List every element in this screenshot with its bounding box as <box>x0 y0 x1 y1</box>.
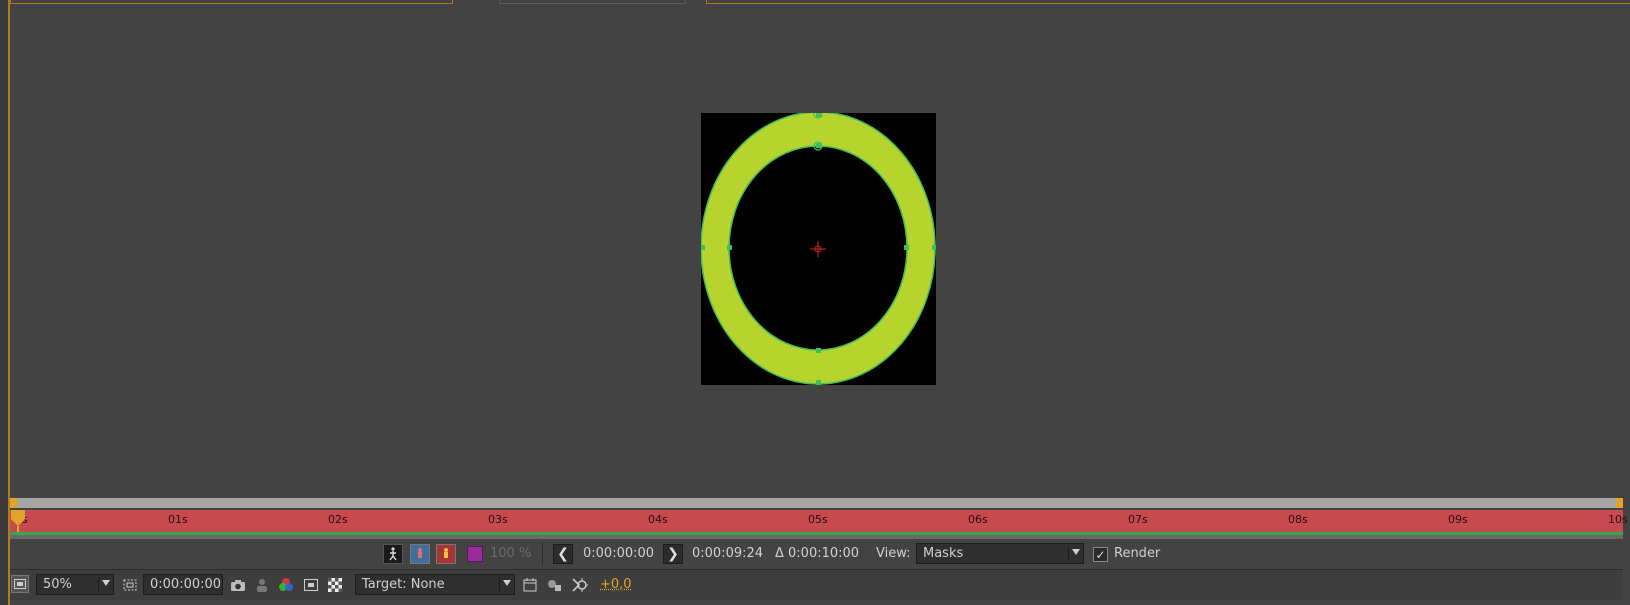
ruler-tick-label: 04s <box>648 513 668 526</box>
timeline-icon[interactable] <box>520 575 540 595</box>
divider <box>98 577 99 592</box>
ruler-tick-label: 07s <box>1128 513 1148 526</box>
ruler-tick-label: 09s <box>1448 513 1468 526</box>
always-preview-icon[interactable] <box>11 575 29 593</box>
time-navigator-bar[interactable] <box>10 498 1623 508</box>
panel-tab-middle[interactable] <box>499 0 686 4</box>
divider <box>1068 546 1069 561</box>
camera-snapshot-icon[interactable] <box>228 575 248 595</box>
ruler-tick-label: 06s <box>968 513 988 526</box>
resolution-icon[interactable] <box>301 575 321 595</box>
composition-canvas[interactable] <box>701 113 936 385</box>
target-dropdown[interactable]: Target: None <box>355 574 515 595</box>
view-label: View: <box>876 546 911 561</box>
ruler-tick-label: 01s <box>168 513 188 526</box>
render-label: Render <box>1114 546 1161 561</box>
pin-icon[interactable] <box>436 544 456 564</box>
onion-skin-icon[interactable] <box>410 544 430 564</box>
duration: Δ 0:00:10:00 <box>775 546 860 561</box>
start-time[interactable]: 0:00:00:00 <box>583 546 654 561</box>
render-checkbox[interactable]: ✓ <box>1093 547 1108 562</box>
zoom-dropdown[interactable]: 50% <box>36 574 114 595</box>
current-time-value: 0:00:00:00 <box>150 577 222 592</box>
viewer-controls-bar: 50% 0:00:00:00 Target: None +0,0 <box>10 570 1623 600</box>
chevron-down-icon <box>1072 549 1080 555</box>
current-time-indicator[interactable] <box>11 510 25 532</box>
navigator-end-handle[interactable] <box>1616 498 1623 508</box>
ruler-tick-label: 03s <box>488 513 508 526</box>
panel-tab-right[interactable] <box>706 0 1630 4</box>
exposure-percent[interactable]: 100 % <box>490 546 531 561</box>
exposure-offset[interactable]: +0,0 <box>600 577 632 592</box>
flowchart-icon[interactable] <box>544 575 564 595</box>
color-swatch-icon[interactable] <box>467 546 483 562</box>
navigator-start-handle[interactable] <box>10 498 17 508</box>
ruler-tick-label: 05s <box>808 513 828 526</box>
view-dropdown-value: Masks <box>923 546 964 561</box>
end-time[interactable]: 0:00:09:24 <box>692 546 763 561</box>
set-end-icon[interactable]: ❯ <box>663 544 683 564</box>
ruler-tick-label: 08s <box>1288 513 1308 526</box>
view-dropdown[interactable]: Masks <box>916 543 1084 564</box>
ruler-tick-label: 10s <box>1608 513 1628 526</box>
current-time-field[interactable]: 0:00:00:00 <box>143 574 223 595</box>
divider <box>542 543 543 565</box>
show-snapshot-icon[interactable] <box>383 544 403 564</box>
set-start-icon[interactable]: ❮ <box>553 544 573 564</box>
chevron-down-icon <box>102 580 110 586</box>
show-snapshot-person-icon[interactable] <box>252 575 272 595</box>
channel-rgb-icon[interactable] <box>276 575 296 595</box>
ring-mask-layer[interactable] <box>701 113 936 385</box>
zoom-value: 50% <box>43 577 72 592</box>
target-value: Target: None <box>362 577 445 592</box>
divider <box>499 577 500 592</box>
chevron-down-icon <box>503 580 511 586</box>
preview-range-bar: 100 % ❮ 0:00:00:00 ❯ 0:00:09:24 Δ 0:00:1… <box>10 539 1623 570</box>
fast-previews-icon[interactable] <box>570 575 590 595</box>
panel-tab-left[interactable] <box>10 0 453 4</box>
ruler-tick-label: 02s <box>328 513 348 526</box>
transparency-grid-icon[interactable] <box>325 575 345 595</box>
region-of-interest-icon[interactable] <box>120 575 140 595</box>
time-ruler[interactable]: 0s 01s 02s 03s 04s 05s 06s 07s 08s 09s 1… <box>10 510 1628 532</box>
